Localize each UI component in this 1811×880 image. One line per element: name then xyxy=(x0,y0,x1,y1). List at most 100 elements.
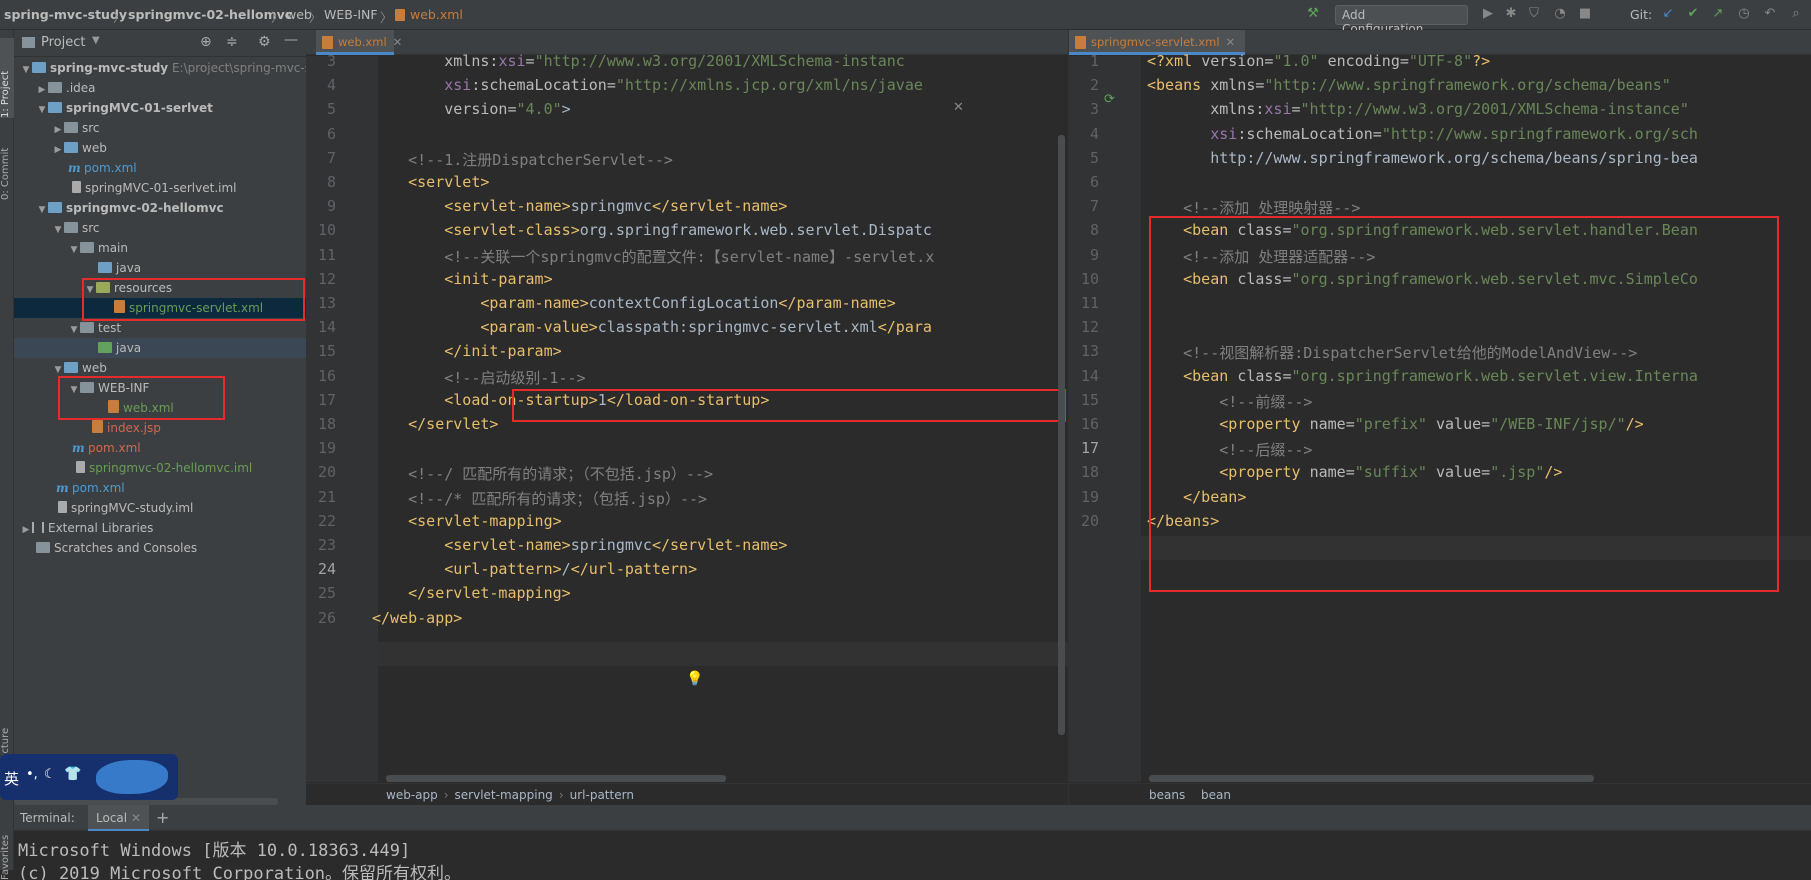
code-line[interactable]: http://www.springframework.org/schema/be… xyxy=(1147,149,1698,167)
line-number[interactable]: 22 xyxy=(306,512,336,530)
debug-icon[interactable]: ✱ xyxy=(1503,6,1519,22)
line-number[interactable]: 26 xyxy=(306,609,336,627)
tree-node-module-02[interactable]: ▼ springmvc-02-hellomvc xyxy=(14,198,306,218)
line-number[interactable]: 20 xyxy=(1069,512,1099,530)
line-number[interactable]: 4 xyxy=(1069,125,1099,143)
breadcrumb-url-pattern[interactable]: url-pattern xyxy=(570,788,634,802)
code-line[interactable]: </web-app> xyxy=(372,609,462,627)
code-line[interactable]: <!--/* 匹配所有的请求；（包括.jsp）--> xyxy=(372,488,707,509)
line-number[interactable]: 1 xyxy=(1069,52,1099,70)
line-number[interactable]: 16 xyxy=(306,367,336,385)
project-tool-button[interactable]: 1: Project xyxy=(0,38,14,118)
tree-node-external-libraries[interactable]: ▶ External Libraries xyxy=(14,518,306,538)
line-number[interactable]: 11 xyxy=(306,246,336,264)
line-number[interactable]: 19 xyxy=(1069,488,1099,506)
code-line[interactable]: <beans xmlns="http://www.springframework… xyxy=(1147,76,1671,94)
line-number[interactable]: 10 xyxy=(1069,270,1099,288)
line-number[interactable]: 20 xyxy=(306,463,336,481)
tree-node-src[interactable]: ▼ src xyxy=(14,218,306,238)
rollback-icon[interactable]: ↶ xyxy=(1762,6,1778,22)
line-number[interactable]: 17 xyxy=(1069,439,1099,457)
breadcrumb-project[interactable]: spring-mvc-study xyxy=(4,7,127,22)
line-number[interactable]: 3 xyxy=(306,52,336,70)
line-number[interactable]: 5 xyxy=(306,100,336,118)
line-number[interactable]: 17 xyxy=(306,391,336,409)
breadcrumb-folder-web[interactable]: web xyxy=(286,7,312,22)
tree-node-pom[interactable]: m pom.xml xyxy=(14,438,306,458)
code-line[interactable]: <servlet> xyxy=(372,173,489,191)
moon-icon[interactable]: ☾ xyxy=(44,767,56,782)
profile-icon[interactable]: ◔ xyxy=(1552,6,1568,22)
code-line[interactable]: xmlns:xsi="http://www.w3.org/2001/XMLSch… xyxy=(1147,100,1689,118)
horizontal-scrollbar[interactable] xyxy=(386,775,726,782)
line-number[interactable]: 5 xyxy=(1069,149,1099,167)
tree-node-iml[interactable]: springmvc-02-hellomvc.iml xyxy=(14,458,306,478)
breadcrumb-folder-webinf[interactable]: WEB-INF xyxy=(324,7,378,22)
breadcrumb-file[interactable]: web.xml xyxy=(410,7,463,22)
code-line[interactable]: <init-param> xyxy=(372,270,552,288)
run-icon[interactable]: ▶ xyxy=(1480,6,1496,22)
code-line[interactable]: <param-name>contextConfigLocation</param… xyxy=(372,294,895,312)
locate-icon[interactable]: ⊕ xyxy=(200,34,212,50)
add-configuration-button[interactable]: Add Configuration... xyxy=(1335,5,1468,36)
code-line[interactable]: </servlet-mapping> xyxy=(372,584,571,602)
tree-node-test[interactable]: ▼ test xyxy=(14,318,306,338)
line-number[interactable]: 11 xyxy=(1069,294,1099,312)
breadcrumb-servlet-mapping[interactable]: servlet-mapping xyxy=(455,788,553,802)
line-number[interactable]: 8 xyxy=(1069,221,1099,239)
code-line[interactable]: </servlet> xyxy=(372,415,498,433)
line-number[interactable]: 12 xyxy=(306,270,336,288)
tree-node-indexjsp[interactable]: index.jsp xyxy=(14,418,306,438)
line-number[interactable]: 7 xyxy=(306,149,336,167)
line-number[interactable]: 4 xyxy=(306,76,336,94)
line-number[interactable]: 18 xyxy=(1069,463,1099,481)
add-tab-icon[interactable]: + xyxy=(156,808,169,827)
code-line[interactable]: xsi:schemaLocation="http://www.springfra… xyxy=(1147,125,1698,143)
git-commit-icon[interactable]: ✔ xyxy=(1685,6,1701,22)
punctuation-icon[interactable]: •, xyxy=(26,767,38,782)
tree-node-iml[interactable]: springMVC-01-serlvet.iml xyxy=(14,178,306,198)
line-number[interactable]: 13 xyxy=(306,294,336,312)
stop-icon[interactable]: ■ xyxy=(1577,6,1593,22)
project-panel-title[interactable]: Project xyxy=(41,35,85,50)
line-number[interactable]: 19 xyxy=(306,439,336,457)
tree-node-module-01[interactable]: ▼ springMVC-01-serlvet xyxy=(14,98,306,118)
code-line[interactable]: <!--启动级别-1--> xyxy=(372,367,585,388)
line-number[interactable]: 10 xyxy=(306,221,336,239)
code-line[interactable]: <servlet-class>org.springframework.web.s… xyxy=(372,221,932,239)
tree-node-test-java[interactable]: java xyxy=(14,338,306,358)
breadcrumb-bean[interactable]: bean xyxy=(1201,788,1231,802)
code-line[interactable]: <servlet-mapping> xyxy=(372,512,562,530)
line-number[interactable]: 6 xyxy=(1069,173,1099,191)
code-line[interactable]: <!--/ 匹配所有的请求；（不包括.jsp）--> xyxy=(372,463,713,484)
tree-node-main[interactable]: ▼ main xyxy=(14,238,306,258)
horizontal-scrollbar[interactable] xyxy=(1149,775,1594,782)
tree-node-web[interactable]: ▼ web xyxy=(14,358,306,378)
chevron-down-icon[interactable]: ▼ xyxy=(92,35,100,46)
line-number[interactable]: 24 xyxy=(306,560,336,578)
tree-node-idea[interactable]: ▶ .idea xyxy=(14,78,306,98)
tree-node-pom[interactable]: m pom.xml xyxy=(14,158,306,178)
gear-icon[interactable]: ⚙ xyxy=(258,34,271,50)
line-number[interactable]: 3 xyxy=(1069,100,1099,118)
ime-toolbar[interactable]: 英 •, ☾ 👕 xyxy=(0,754,178,800)
git-push-icon[interactable]: ↗ xyxy=(1710,6,1726,22)
line-number[interactable]: 8 xyxy=(306,173,336,191)
coverage-icon[interactable]: ⛉ xyxy=(1526,6,1542,22)
commit-tool-button[interactable]: 0: Commit xyxy=(0,130,14,200)
history-icon[interactable]: ◷ xyxy=(1736,6,1752,22)
line-number[interactable]: 2 xyxy=(1069,76,1099,94)
code-line[interactable]: xsi:schemaLocation="http://xmlns.jcp.org… xyxy=(372,76,923,94)
hammer-icon[interactable]: ⚒ xyxy=(1305,6,1321,22)
collapse-all-icon[interactable]: ≑ xyxy=(226,34,238,50)
line-number[interactable]: 9 xyxy=(1069,246,1099,264)
ime-language-label[interactable]: 英 xyxy=(4,768,19,789)
line-number[interactable]: 7 xyxy=(1069,197,1099,215)
code-line[interactable]: <param-value>classpath:springmvc-servlet… xyxy=(372,318,932,336)
breadcrumb-beans[interactable]: beans xyxy=(1149,788,1185,802)
line-number[interactable]: 15 xyxy=(306,342,336,360)
code-line[interactable]: xmlns:xsi="http://www.w3.org/2001/XMLSch… xyxy=(372,52,905,70)
line-number[interactable]: 14 xyxy=(1069,367,1099,385)
code-line[interactable]: <url-pattern>/</url-pattern> xyxy=(372,560,697,578)
git-update-icon[interactable]: ↙ xyxy=(1660,6,1676,22)
